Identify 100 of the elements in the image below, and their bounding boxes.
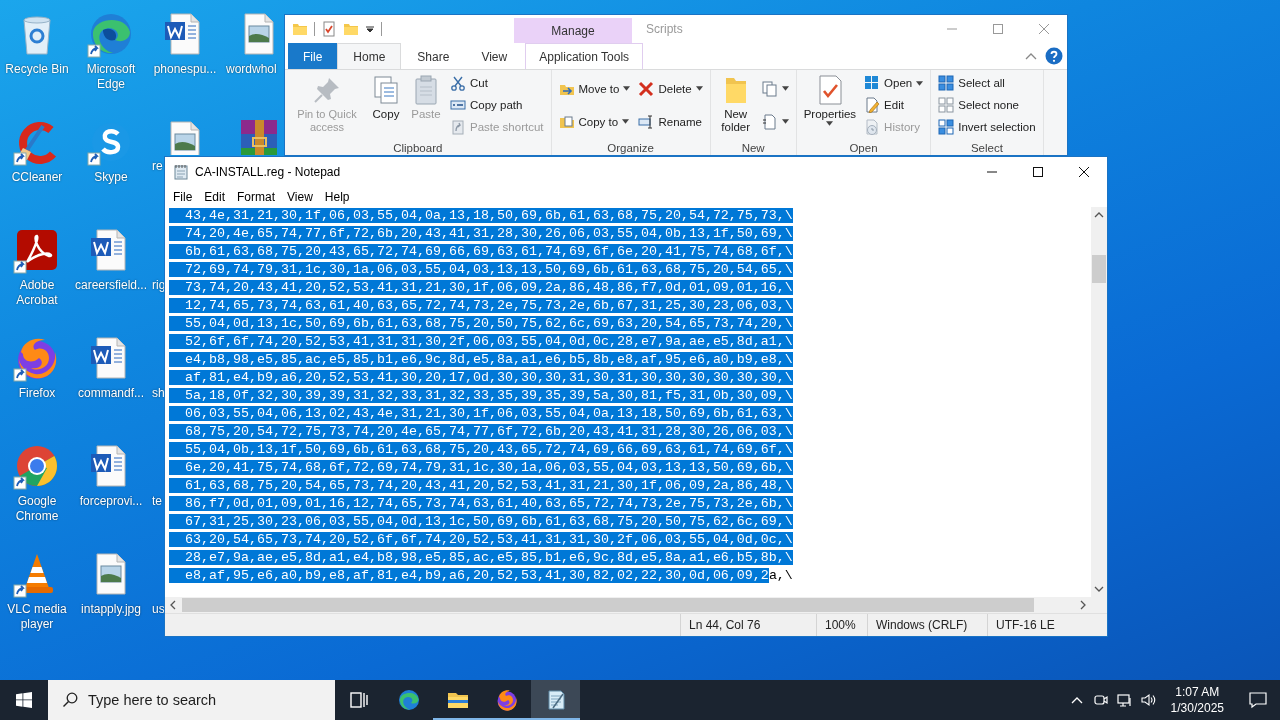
- folder-copy-icon: [558, 113, 575, 130]
- text-line: a,\: [768, 568, 793, 583]
- network-icon[interactable]: [1116, 692, 1133, 708]
- ribbon-tab[interactable]: Home: [337, 43, 402, 69]
- caret-icon: [622, 119, 630, 124]
- ribbon-group-label: Clipboard: [392, 142, 444, 155]
- pencil-icon: [864, 97, 881, 113]
- ribbon-button[interactable]: Move to: [555, 72, 634, 105]
- selected-text: 6b,61,63,68,75,20,43,65,72,74,69,66,69,63,61,74,69,6f,6e,20,41,75,74,68,6f,\: [169, 244, 793, 259]
- ribbon-button[interactable]: Select all: [935, 72, 1039, 94]
- desktop-icon-label[interactable]: te: [152, 494, 162, 509]
- selected-text: 12,74,65,73,74,63,61,40,63,65,72,74,73,2e,75,73,2e,6b,67,31,25,30,23,06,03,\: [169, 298, 793, 313]
- desktop-icon-label[interactable]: VLC media player: [0, 602, 74, 632]
- ribbon-button[interactable]: Copy path: [447, 94, 547, 116]
- menu-item[interactable]: View: [281, 189, 319, 204]
- ribbon-tab[interactable]: View: [465, 43, 524, 69]
- ribbon-button[interactable]: Copy: [367, 72, 405, 121]
- search-field[interactable]: Type here to search: [48, 680, 335, 720]
- menu-item[interactable]: Edit: [198, 189, 232, 204]
- selected-text: 43,4e,31,21,30,1f,06,03,55,04,0a,13,18,50,69,6b,61,63,68,75,20,54,72,75,73,\: [169, 208, 793, 223]
- selected-text: 06,03,55,04,06,13,02,43,4e,31,21,30,1f,06,03,55,04,0a,13,18,50,69,6b,61,63,\: [169, 406, 793, 421]
- menu-item[interactable]: Format: [231, 189, 282, 204]
- caret-icon: [916, 80, 924, 86]
- menu-item[interactable]: File: [167, 189, 199, 204]
- notepad-icon: [173, 163, 189, 180]
- window-title: Scripts: [646, 22, 683, 36]
- help-icon[interactable]: [1045, 47, 1063, 65]
- selected-text: e4,b8,98,e5,85,ac,e5,85,b1,e6,9c,8d,e5,8a,a1,e6,b5,8b,e8,af,95,e6,a0,b9,e8,\: [169, 352, 793, 367]
- invert-selection-icon: [938, 119, 955, 135]
- caret-icon: [826, 121, 834, 126]
- ribbon-button[interactable]: Open: [861, 72, 927, 94]
- desktop-icon-label[interactable]: sh: [152, 386, 165, 401]
- selected-text: e8,af,95,e6,a0,b9,e8,af,81,e4,b9,a6,20,52,53,41,30,82,02,22,30,0d,06,09,2: [169, 568, 769, 583]
- selected-text: 5a,18,0f,32,30,39,39,31,32,33,31,32,33,35,39,35,39,5a,30,81,f5,31,0b,30,09,\: [169, 388, 793, 403]
- volume-icon[interactable]: [1140, 692, 1157, 708]
- selected-text: 55,04,0d,13,1c,50,69,6b,61,63,68,75,20,50,75,62,6c,69,63,20,54,65,73,74,20,\: [169, 316, 793, 331]
- desktop-icon-label[interactable]: intapply.jpg: [81, 602, 141, 617]
- caret-icon: [695, 86, 703, 91]
- ribbon-button[interactable]: Edit: [861, 94, 927, 116]
- file-menu-tab[interactable]: File: [288, 43, 338, 69]
- properties-icon[interactable]: [321, 21, 337, 37]
- ribbon-group-label: New: [740, 142, 766, 155]
- desktop-icon-label[interactable]: commandf...: [78, 386, 144, 401]
- scrollbar-thumb[interactable]: [1092, 255, 1106, 283]
- ribbon-group-label: Organize: [606, 142, 655, 155]
- selected-text: 61,63,68,75,20,54,65,73,74,20,43,41,20,52,53,41,31,21,30,1f,06,09,2a,86,48,\: [169, 478, 793, 493]
- selected-text: 6e,20,41,75,74,68,6f,72,69,74,79,31,1c,30,1a,06,03,55,04,03,13,13,50,69,6b,\: [169, 460, 793, 475]
- desktop-icon-label[interactable]: careersfield...: [75, 278, 147, 293]
- desktop-icon-label[interactable]: Adobe Acrobat: [0, 278, 74, 308]
- select-none-icon: [938, 97, 955, 113]
- document-icon: [761, 113, 778, 130]
- desktop-icon-label[interactable]: Firefox: [18, 386, 56, 401]
- ribbon-button[interactable]: Properties: [800, 72, 860, 126]
- browser-icon: [396, 688, 421, 712]
- ribbon-button[interactable]: Rename: [635, 105, 706, 138]
- selected-text: 63,20,54,65,73,74,20,52,6f,6f,74,20,52,53,41,31,31,30,2f,06,03,55,04,0d,0c,\: [169, 532, 793, 547]
- caret-icon: [781, 119, 789, 124]
- selected-text: 67,31,25,30,23,06,03,55,04,0d,13,1c,50,69,6b,61,63,68,75,20,50,75,62,6c,69,\: [169, 514, 793, 529]
- clock[interactable]: 1:07 AM 1/30/2025: [1164, 684, 1230, 716]
- search-icon: [62, 692, 78, 708]
- delete-icon: [638, 80, 655, 97]
- selected-text: 68,75,20,54,72,75,73,74,20,4e,65,74,77,6f,72,6b,20,43,41,31,28,30,26,06,03,\: [169, 424, 793, 439]
- menu-item[interactable]: Help: [318, 189, 356, 204]
- ribbon-group-label: Select: [969, 142, 1004, 155]
- status-text: UTF-16 LE: [996, 618, 1055, 632]
- status-text: Ln 44, Col 76: [689, 618, 761, 632]
- ribbon-button[interactable]: New folder: [714, 72, 757, 134]
- notification-icon[interactable]: [1248, 690, 1268, 710]
- maximize-icon: [1033, 166, 1043, 177]
- selected-text: 52,6f,6f,74,20,52,53,41,31,31,30,2f,06,03,55,04,0d,0c,28,e7,9a,ae,e5,8d,a1,\: [169, 334, 793, 349]
- ribbon-button[interactable]: Invert selection: [935, 116, 1039, 138]
- status-text: Windows (CRLF): [876, 618, 968, 632]
- caret-icon: [781, 86, 789, 91]
- selected-text: 72,69,74,79,31,1c,30,1a,06,03,55,04,03,13,13,50,69,6b,61,63,68,75,20,54,65,\: [169, 262, 793, 277]
- windows-logo-icon: [16, 692, 32, 708]
- ribbon-button[interactable]: Cut: [447, 72, 547, 94]
- maximize-icon: [993, 24, 1003, 34]
- copy-path-icon: [450, 97, 466, 113]
- scissors-icon: [450, 75, 466, 91]
- history-icon: [864, 119, 881, 135]
- select-all-icon: [938, 75, 955, 91]
- ribbon-button[interactable]: Select none: [935, 94, 1039, 116]
- context-tab-header: Manage: [514, 18, 632, 43]
- ribbon-button[interactable]: Delete: [635, 72, 706, 105]
- caret-icon[interactable]: [365, 24, 375, 34]
- rename-icon: [638, 113, 655, 130]
- open-icon: [864, 75, 881, 91]
- status-text: 100%: [825, 618, 856, 632]
- desktop-icon-label[interactable]: forceprovi...: [79, 494, 143, 509]
- ribbon-button[interactable]: Copy to: [555, 105, 634, 138]
- close-icon: [1079, 166, 1089, 177]
- desktop-icon-label[interactable]: us: [152, 602, 165, 617]
- ribbon-tab[interactable]: Application Tools: [525, 43, 644, 69]
- desktop-icon-label[interactable]: Google Chrome: [0, 494, 74, 524]
- ribbon-tab[interactable]: Share: [401, 43, 466, 69]
- taskbar-app-button[interactable]: [531, 680, 580, 720]
- window-title: CA-INSTALL.reg - Notepad: [195, 164, 341, 179]
- camera-icon[interactable]: [1092, 692, 1109, 708]
- selected-text: 86,f7,0d,01,09,01,16,12,74,65,73,74,63,61,40,63,65,72,74,73,2e,75,73,2e,6b,\: [169, 496, 793, 511]
- scrollbar-thumb[interactable]: [182, 598, 1034, 612]
